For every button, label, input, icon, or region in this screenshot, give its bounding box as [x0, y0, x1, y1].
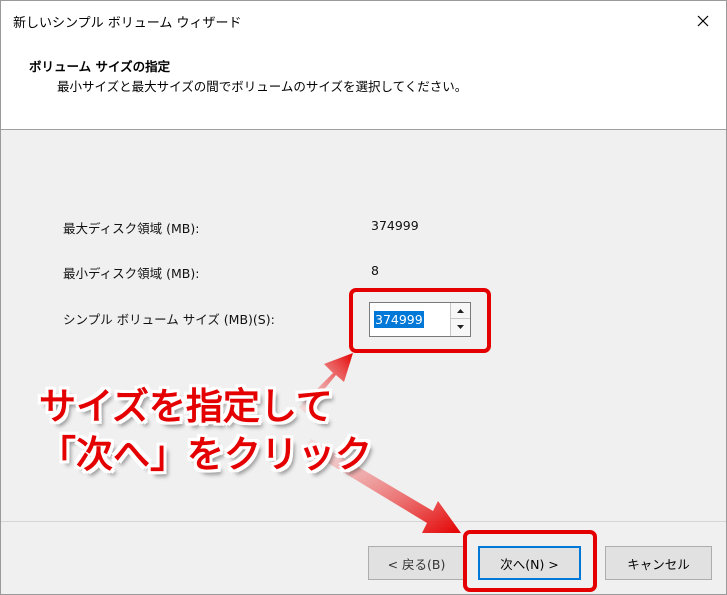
close-icon — [697, 15, 709, 27]
window-title: 新しいシンプル ボリューム ウィザード — [13, 16, 242, 31]
min-disk-label: 最小ディスク領域 (MB): — [63, 266, 200, 281]
volume-size-label: シンプル ボリューム サイズ (MB)(S): — [63, 312, 275, 327]
header-description: 最小サイズと最大サイズの間でボリュームのサイズを選択してください。 — [57, 79, 468, 94]
highlight-box-next — [463, 530, 597, 592]
annotation-line-2: 「次へ」をクリック — [39, 433, 372, 476]
wizard-header: ボリューム サイズの指定 最小サイズと最大サイズの間でボリュームのサイズを選択し… — [1, 41, 726, 130]
wizard-window: 新しいシンプル ボリューム ウィザード ボリューム サイズの指定 最小サイズと最… — [0, 0, 727, 595]
min-disk-value: 8 — [371, 263, 379, 278]
annotation-line-1: サイズを指定して — [39, 385, 333, 428]
close-button[interactable] — [680, 1, 726, 41]
cancel-button[interactable]: キャンセル — [605, 546, 712, 580]
instruction-annotation: サイズを指定して 「次へ」をクリック — [39, 383, 372, 479]
max-disk-value: 374999 — [371, 218, 419, 233]
header-title: ボリューム サイズの指定 — [29, 59, 171, 74]
title-bar: 新しいシンプル ボリューム ウィザード — [1, 1, 726, 41]
highlight-box-size — [349, 288, 491, 353]
max-disk-label: 最大ディスク領域 (MB): — [63, 221, 200, 236]
back-button[interactable]: < 戻る(B) — [368, 546, 465, 580]
